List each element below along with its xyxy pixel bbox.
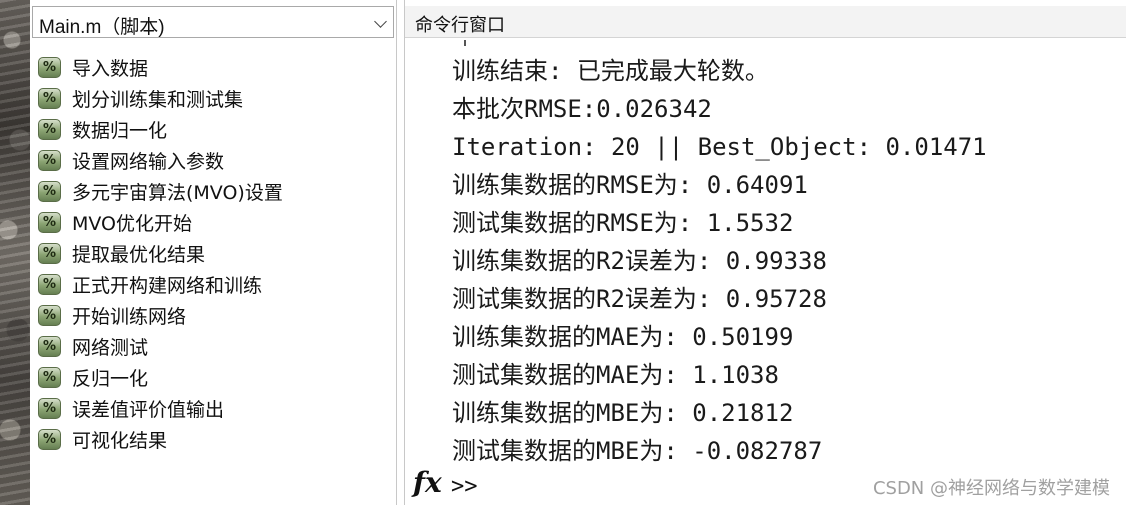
section-label: 网络测试 xyxy=(72,337,149,359)
output-line: 测试集数据的MAE为: 1.1038 xyxy=(452,361,779,389)
desktop-background xyxy=(0,0,30,505)
code-section-icon: % xyxy=(38,398,61,419)
section-label: 设置网络输入参数 xyxy=(72,151,225,173)
section-item[interactable]: % 提取最优化结果 xyxy=(38,238,283,269)
code-section-panel: Main.m（脚本) % 导入数据% 划分训练集和测试集% 数据归一化% 设置网络输入参… xyxy=(30,0,397,505)
code-section-icon: % xyxy=(38,336,61,357)
section-item[interactable]: % 多元宇宙算法(MVO)设置 xyxy=(38,176,283,207)
section-label: 反归一化 xyxy=(72,368,149,390)
command-window-title: 命令行窗口 xyxy=(415,15,505,36)
file-title: Main.m（脚本) xyxy=(39,17,165,38)
code-section-icon: % xyxy=(38,305,61,326)
section-label: 提取最优化结果 xyxy=(72,244,206,266)
output-line: 训练集数据的RMSE为: 0.64091 xyxy=(452,171,808,199)
code-section-icon: % xyxy=(38,150,61,171)
section-label: 多元宇宙算法(MVO)设置 xyxy=(72,182,283,204)
section-label: 数据归一化 xyxy=(72,120,168,142)
function-browser-icon[interactable]: fx xyxy=(413,466,442,500)
chevron-down-icon[interactable] xyxy=(374,15,387,28)
section-item[interactable]: % 设置网络输入参数 xyxy=(38,145,283,176)
section-item[interactable]: % 网络测试 xyxy=(38,331,283,362)
output-line: 本批次RMSE:0.026342 xyxy=(452,95,712,123)
command-window: 命令行窗口 训练结束: 已完成最大轮数。 本批次RMSE:0.026342 Iter… xyxy=(404,0,1126,505)
code-section-icon: % xyxy=(38,212,61,233)
matlab-workspace: Main.m（脚本) % 导入数据% 划分训练集和测试集% 数据归一化% 设置网络输入参… xyxy=(0,0,1126,505)
code-section-icon: % xyxy=(38,57,61,78)
output-line: 训练集数据的R2误差为: 0.99338 xyxy=(452,247,827,275)
section-label: MVO优化开始 xyxy=(72,213,193,235)
section-item[interactable]: % 可视化结果 xyxy=(38,424,283,455)
command-prompt: >> xyxy=(451,474,478,499)
code-section-icon: % xyxy=(38,429,61,450)
code-section-icon: % xyxy=(38,88,61,109)
scroll-marker xyxy=(464,40,466,46)
code-section-icon: % xyxy=(38,181,61,202)
section-item[interactable]: % 开始训练网络 xyxy=(38,300,283,331)
output-line: 测试集数据的MBE为: -0.082787 xyxy=(452,437,823,465)
output-line: 测试集数据的RMSE为: 1.5532 xyxy=(452,209,794,237)
section-list: % 导入数据% 划分训练集和测试集% 数据归一化% 设置网络输入参数% 多元宇宙算法(MV… xyxy=(38,52,283,455)
watermark: CSDN @神经网络与数学建模 xyxy=(872,478,1110,499)
section-item[interactable]: % 反归一化 xyxy=(38,362,283,393)
code-section-icon: % xyxy=(38,367,61,388)
code-section-icon: % xyxy=(38,119,61,140)
file-select-dropdown[interactable]: Main.m（脚本) xyxy=(32,6,394,38)
code-section-icon: % xyxy=(38,274,61,295)
code-section-icon: % xyxy=(38,243,61,264)
section-label: 开始训练网络 xyxy=(72,306,187,328)
output-line: 训练结束: 已完成最大轮数。 xyxy=(452,57,769,85)
output-line: 训练集数据的MBE为: 0.21812 xyxy=(452,399,794,427)
section-item[interactable]: % 误差值评价值输出 xyxy=(38,393,283,424)
command-input[interactable] xyxy=(487,472,851,502)
section-item[interactable]: % 正式开构建网络和训练 xyxy=(38,269,283,300)
section-label: 导入数据 xyxy=(72,58,149,80)
section-label: 正式开构建网络和训练 xyxy=(72,275,263,297)
section-label: 可视化结果 xyxy=(72,430,168,452)
section-item[interactable]: % MVO优化开始 xyxy=(38,207,283,238)
command-output: 训练结束: 已完成最大轮数。 本批次RMSE:0.026342 Iteration:… xyxy=(452,52,987,470)
section-item[interactable]: % 数据归一化 xyxy=(38,114,283,145)
command-window-header: 命令行窗口 xyxy=(405,6,1126,38)
section-item[interactable]: % 导入数据 xyxy=(38,52,283,83)
output-line: 训练集数据的MAE为: 0.50199 xyxy=(452,323,794,351)
section-label: 误差值评价值输出 xyxy=(72,399,225,421)
section-item[interactable]: % 划分训练集和测试集 xyxy=(38,83,283,114)
section-label: 划分训练集和测试集 xyxy=(72,89,244,111)
output-line: Iteration: 20 || Best_Object: 0.01471 xyxy=(452,133,987,161)
output-line: 测试集数据的R2误差为: 0.95728 xyxy=(452,285,827,313)
